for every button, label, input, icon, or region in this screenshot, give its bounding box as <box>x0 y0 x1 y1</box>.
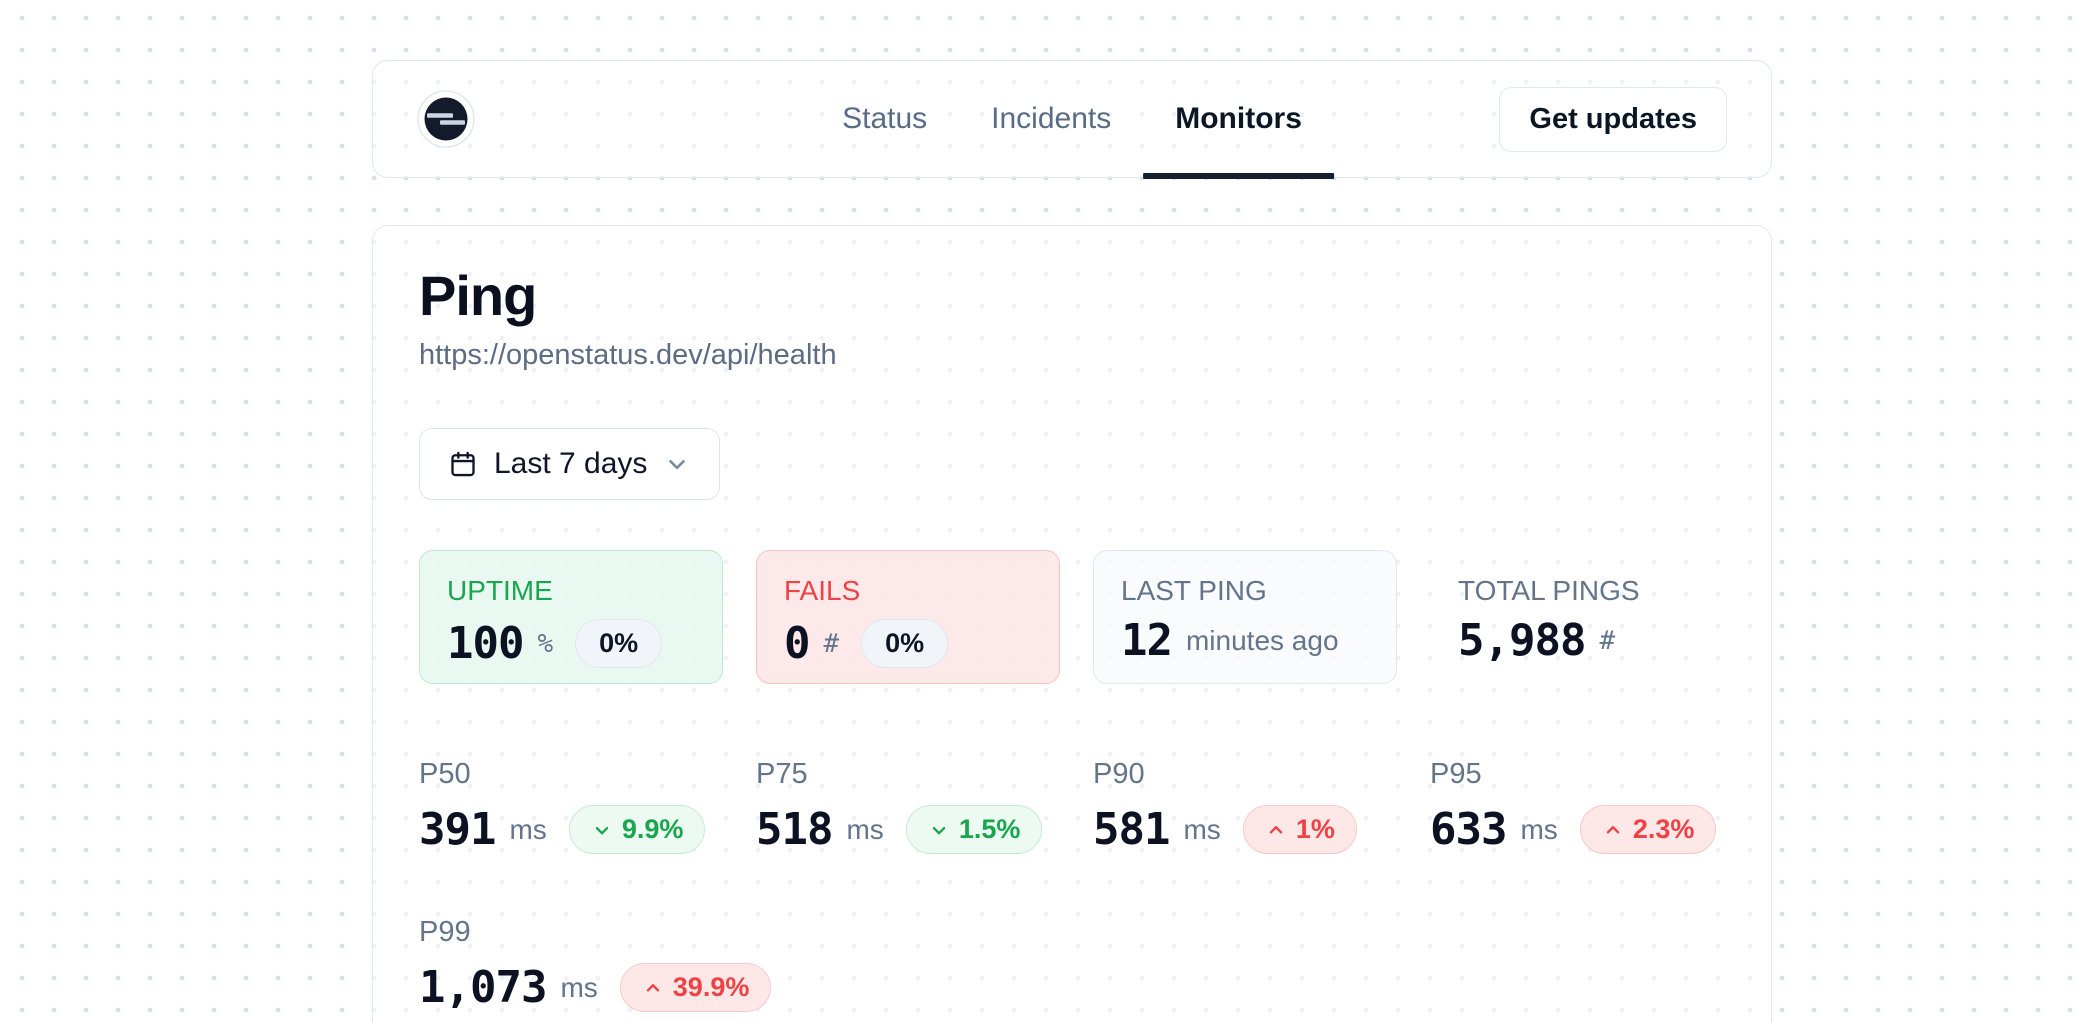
percentile-unit: ms <box>1520 814 1557 846</box>
active-tab-indicator <box>1143 173 1334 179</box>
trend-value: 2.3% <box>1633 814 1695 845</box>
stat-delta-badge: 0% <box>861 619 948 668</box>
openstatus-logo[interactable] <box>417 90 475 148</box>
tab-status[interactable]: Status <box>810 61 959 177</box>
chevron-up-icon <box>1602 819 1624 841</box>
stat-unit: # <box>824 629 840 659</box>
trend-value: 9.9% <box>622 814 684 845</box>
percentile-value: 633 <box>1430 808 1506 852</box>
openstatus-logo-icon <box>417 90 475 148</box>
trend-value: 39.9% <box>673 972 750 1003</box>
trend-badge: 39.9% <box>620 963 772 1012</box>
trend-badge: 1.5% <box>906 805 1043 854</box>
stat-unit: % <box>537 629 553 659</box>
stat-unit: minutes ago <box>1186 625 1339 657</box>
stat-card-uptime: UPTIME 100 % 0% <box>419 550 723 684</box>
percentile-p90: P90 581 ms 1% <box>1093 758 1397 854</box>
percentile-value: 581 <box>1093 808 1169 852</box>
stat-card-total-pings: TOTAL PINGS 5,988 # <box>1430 550 1734 684</box>
tab-monitors-label: Monitors <box>1175 102 1302 136</box>
percentile-unit: ms <box>560 972 597 1004</box>
chevron-up-icon <box>642 977 664 999</box>
trend-badge: 2.3% <box>1580 805 1717 854</box>
trend-badge: 1% <box>1243 805 1357 854</box>
calendar-icon <box>449 450 477 478</box>
percentile-label: P50 <box>419 758 723 791</box>
trend-value: 1.5% <box>959 814 1021 845</box>
percentile-label: P95 <box>1430 758 1734 791</box>
percentile-unit: ms <box>1183 814 1220 846</box>
stat-delta-badge: 0% <box>575 619 662 668</box>
percentile-label: P75 <box>756 758 1060 791</box>
stat-unit: # <box>1599 626 1615 656</box>
percentiles-grid: P50 391 ms 9.9% P75 518 ms <box>419 758 1725 1012</box>
percentile-value: 1,073 <box>419 966 546 1010</box>
stat-label: LAST PING <box>1121 575 1369 607</box>
header-card: Status Incidents Monitors Get updates <box>372 60 1772 178</box>
trend-value: 1% <box>1296 814 1335 845</box>
chevron-down-icon <box>928 819 950 841</box>
percentile-value: 518 <box>756 808 832 852</box>
stats-grid: UPTIME 100 % 0% FAILS 0 # 0% LAST PING <box>419 550 1725 684</box>
stat-value: 12 <box>1121 619 1172 663</box>
header-nav: Status Incidents Monitors <box>810 61 1334 177</box>
chevron-down-icon <box>664 451 690 477</box>
percentile-p95: P95 633 ms 2.3% <box>1430 758 1734 854</box>
percentile-p99: P99 1,073 ms 39.9% <box>419 916 723 1012</box>
stat-card-last-ping: LAST PING 12 minutes ago <box>1093 550 1397 684</box>
period-label: Last 7 days <box>494 447 647 481</box>
monitor-card: Ping https://openstatus.dev/api/health L… <box>372 225 1772 1022</box>
chevron-down-icon <box>591 819 613 841</box>
page: Status Incidents Monitors Get updates Pi… <box>0 0 2082 1022</box>
percentile-unit: ms <box>846 814 883 846</box>
percentile-p50: P50 391 ms 9.9% <box>419 758 723 854</box>
stat-label: TOTAL PINGS <box>1458 575 1706 607</box>
tab-incidents[interactable]: Incidents <box>959 61 1143 177</box>
stat-value: 0 <box>784 622 810 666</box>
stat-value: 100 <box>447 622 523 666</box>
chevron-up-icon <box>1265 819 1287 841</box>
tab-monitors[interactable]: Monitors <box>1143 61 1334 177</box>
trend-badge: 9.9% <box>569 805 706 854</box>
get-updates-button[interactable]: Get updates <box>1499 87 1727 152</box>
stat-value: 5,988 <box>1458 619 1585 663</box>
stat-label: UPTIME <box>447 575 695 607</box>
monitor-title: Ping <box>419 262 1725 329</box>
percentile-label: P99 <box>419 916 723 949</box>
percentile-p75: P75 518 ms 1.5% <box>756 758 1060 854</box>
period-selector[interactable]: Last 7 days <box>419 428 720 500</box>
percentile-label: P90 <box>1093 758 1397 791</box>
percentile-unit: ms <box>509 814 546 846</box>
monitor-url: https://openstatus.dev/api/health <box>419 339 1725 372</box>
stat-card-fails: FAILS 0 # 0% <box>756 550 1060 684</box>
percentile-value: 391 <box>419 808 495 852</box>
stat-label: FAILS <box>784 575 1032 607</box>
